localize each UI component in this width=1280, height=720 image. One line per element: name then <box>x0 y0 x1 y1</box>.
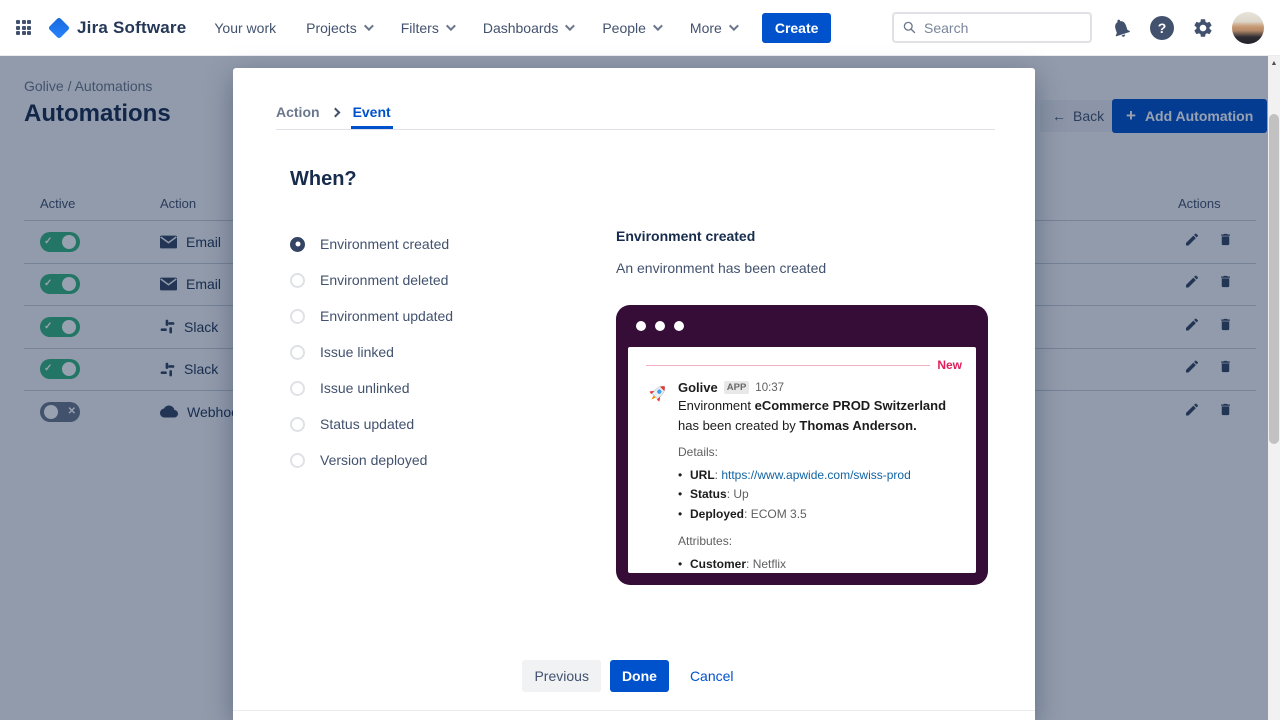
nav-item-projects[interactable]: Projects <box>306 20 371 36</box>
jira-logo-text: Jira Software <box>77 18 186 38</box>
wizard-steps: Action Event <box>276 104 393 120</box>
new-divider <box>646 365 930 366</box>
radio-icon[interactable] <box>290 309 305 324</box>
scrollbar-up-arrow[interactable]: ▲ <box>1268 56 1280 70</box>
search-icon <box>902 20 917 35</box>
steps-divider <box>276 129 995 130</box>
chevron-down-icon <box>653 21 663 31</box>
chevron-down-icon <box>364 21 374 31</box>
top-navbar: Jira Software Your work Projects Filters… <box>0 0 1280 56</box>
step-action[interactable]: Action <box>276 104 320 120</box>
chevron-down-icon <box>446 21 456 31</box>
page-scrollbar[interactable]: ▲ <box>1268 56 1280 720</box>
scrollbar-thumb[interactable] <box>1269 114 1279 444</box>
help-icon[interactable]: ? <box>1150 16 1174 40</box>
nav-item-dashboards[interactable]: Dashboards <box>483 20 573 36</box>
slack-sender-name[interactable]: Golive <box>678 380 718 395</box>
event-option-version-deployed[interactable]: Version deployed <box>290 442 590 478</box>
event-detail-subtitle: An environment has been created <box>616 260 990 276</box>
attributes-label: Attributes: <box>678 534 962 548</box>
app-badge: APP <box>724 381 750 394</box>
radio-icon[interactable] <box>290 273 305 288</box>
event-detail-panel: Environment created An environment has b… <box>616 228 990 276</box>
modal-footer-buttons: Previous Done Cancel <box>233 660 1035 692</box>
jira-logo[interactable]: Jira Software <box>49 18 186 38</box>
nav-item-more[interactable]: More <box>690 20 736 36</box>
event-option-environment-deleted[interactable]: Environment deleted <box>290 262 590 298</box>
search-input[interactable] <box>924 20 1082 36</box>
event-option-status-updated[interactable]: Status updated <box>290 406 590 442</box>
jira-logo-icon <box>48 16 70 38</box>
detail-item-status: Status: Up <box>678 485 962 504</box>
event-option-issue-unlinked[interactable]: Issue unlinked <box>290 370 590 406</box>
nav-item-people[interactable]: People <box>602 20 660 36</box>
attributes-list: Customer: Netflix Dataset: KT47568.8 Dat… <box>678 555 962 573</box>
chevron-down-icon <box>729 21 739 31</box>
environment-url-link[interactable]: https://www.apwide.com/swiss-prod <box>721 468 910 482</box>
browser-dots-icon <box>636 321 684 331</box>
notification-preview-card: New Golive APP 10:37 Environment eCommer… <box>616 305 988 585</box>
details-list: URL: https://www.apwide.com/swiss-prod S… <box>678 466 962 524</box>
modal-footer-divider <box>233 710 1035 711</box>
radio-icon[interactable] <box>290 381 305 396</box>
radio-icon[interactable] <box>290 453 305 468</box>
chevron-right-icon <box>330 108 340 118</box>
previous-button[interactable]: Previous <box>522 660 600 692</box>
nav-item-your-work[interactable]: Your work <box>214 20 276 36</box>
notifications-icon[interactable] <box>1110 17 1132 39</box>
event-option-environment-created[interactable]: Environment created <box>290 226 590 262</box>
message-text: Environment eCommerce PROD Switzerland h… <box>678 396 962 435</box>
search-box[interactable] <box>892 12 1092 43</box>
avatar[interactable] <box>1232 12 1264 44</box>
radio-icon[interactable] <box>290 417 305 432</box>
step-event[interactable]: Event <box>351 104 393 120</box>
done-button[interactable]: Done <box>610 660 669 692</box>
event-option-environment-updated[interactable]: Environment updated <box>290 298 590 334</box>
nav-menu: Your work Projects Filters Dashboards Pe… <box>214 20 735 36</box>
rocket-icon <box>646 382 669 410</box>
detail-item-url: URL: https://www.apwide.com/swiss-prod <box>678 466 962 485</box>
radio-icon[interactable] <box>290 345 305 360</box>
event-options: Environment created Environment deleted … <box>290 226 590 478</box>
create-button[interactable]: Create <box>762 13 832 43</box>
app-switcher-icon[interactable] <box>16 20 31 35</box>
detail-item-deployed: Deployed: ECOM 3.5 <box>678 505 962 524</box>
attribute-item-customer: Customer: Netflix <box>678 555 962 573</box>
add-automation-modal: Action Event When? Environment created E… <box>233 68 1035 720</box>
event-detail-title: Environment created <box>616 228 990 244</box>
when-heading: When? <box>290 168 357 191</box>
cancel-button[interactable]: Cancel <box>678 660 746 692</box>
radio-icon[interactable] <box>290 237 305 252</box>
settings-icon[interactable] <box>1192 17 1214 39</box>
message-timestamp[interactable]: 10:37 <box>755 382 784 394</box>
event-option-issue-linked[interactable]: Issue linked <box>290 334 590 370</box>
nav-item-filters[interactable]: Filters <box>401 20 453 36</box>
details-label: Details: <box>678 445 962 459</box>
new-badge: New <box>937 358 962 372</box>
slack-message-preview: New Golive APP 10:37 Environment eCommer… <box>628 347 976 573</box>
chevron-down-icon <box>565 21 575 31</box>
